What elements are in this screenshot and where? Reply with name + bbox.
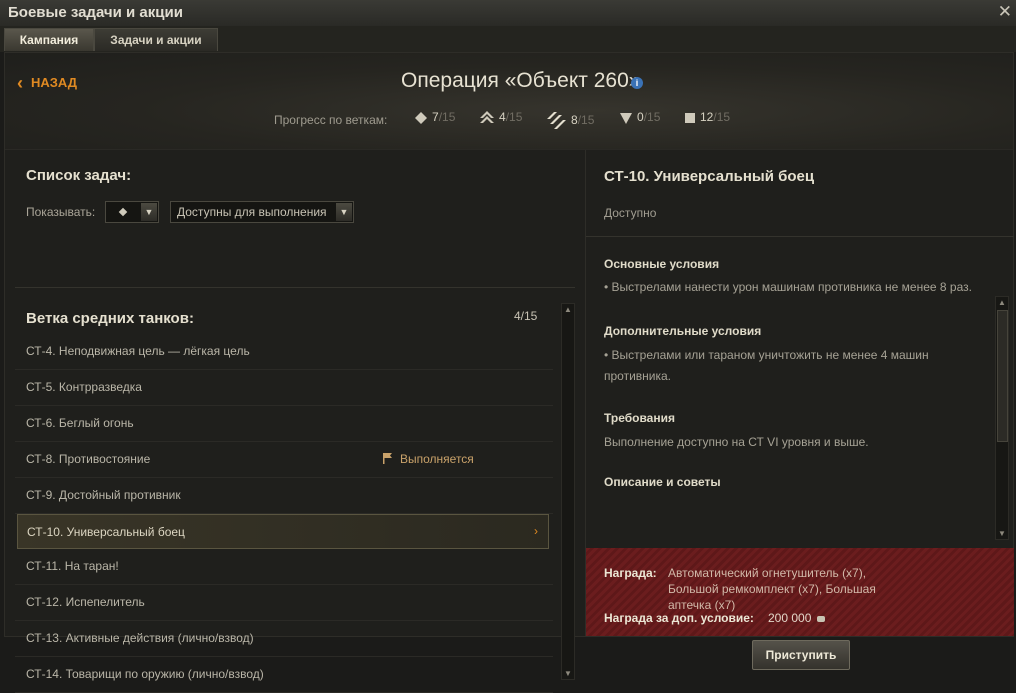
scroll-up-icon[interactable]: ▲	[996, 297, 1008, 308]
heavy-tank-icon	[547, 112, 566, 129]
task-label: СТ-12. Испепелитель	[26, 595, 145, 609]
show-filter-label: Показывать:	[26, 205, 96, 219]
tab-tasks-and-promotions[interactable]: Задачи и акции	[94, 28, 218, 51]
extra-reward-value: 200 000	[768, 610, 826, 626]
chevron-down-icon: ▼	[141, 203, 157, 221]
operation-header: ‹ НАЗАД Операция «Объект 260» i Прогресс …	[5, 53, 1013, 150]
scroll-up-icon[interactable]: ▲	[562, 304, 574, 315]
task-row[interactable]: СТ-13. Активные действия (лично/взвод)	[15, 621, 553, 657]
chevron-left-icon: ‹	[17, 73, 23, 93]
branch-progress-label: Прогресс по веткам:	[274, 113, 388, 127]
task-row[interactable]: СТ-6. Беглый огонь	[15, 406, 553, 442]
flag-icon	[383, 453, 392, 464]
task-list: СТ-4. Неподвижная цель — лёгкая цель СТ-…	[15, 334, 553, 693]
conditions-scrollbar[interactable]: ▲ ▼	[995, 296, 1009, 540]
task-label: СТ-14. Товарищи по оружию (лично/взвод)	[26, 667, 264, 681]
extra-conditions-text: • Выстрелами или тараном уничтожить не м…	[604, 348, 929, 383]
branch-title: Ветка средних танков:	[26, 310, 194, 327]
branch-progress-td: 0/15	[619, 110, 660, 125]
branch-progress-medium: 4/15	[479, 110, 522, 126]
credits-icon	[817, 615, 826, 622]
back-label: НАЗАД	[31, 75, 78, 90]
task-detail-title: СТ-10. Универсальный боец	[604, 168, 815, 185]
tank-type-filter-dropdown[interactable]: ▼	[105, 201, 159, 223]
medium-tank-icon	[118, 207, 128, 217]
chevron-right-icon: ›	[534, 524, 538, 538]
task-label: СТ-10. Универсальный боец	[27, 525, 185, 539]
main-conditions-text: • Выстрелами нанести урон машинам против…	[604, 280, 972, 294]
task-label: СТ-13. Активные действия (лично/взвод)	[26, 631, 254, 645]
task-label: СТ-5. Контрразведка	[26, 380, 142, 394]
branch-progress-light: 7/15	[414, 110, 455, 125]
tab-label: Кампания	[19, 33, 79, 47]
task-detail-status: Доступно	[604, 206, 657, 220]
extra-conditions-title: Дополнительные условия	[604, 324, 762, 338]
title-bar: Боевые задачи и акции ✕	[0, 0, 1016, 26]
close-icon[interactable]: ✕	[998, 2, 1012, 22]
start-button[interactable]: Приступить	[752, 640, 850, 670]
info-icon[interactable]: i	[631, 77, 643, 89]
reward-text: Автоматический огнетушитель (x7), Большо…	[668, 566, 876, 612]
task-label: СТ-9. Достойный противник	[26, 488, 181, 502]
task-row[interactable]: СТ-5. Контрразведка	[15, 370, 553, 406]
scroll-down-icon[interactable]: ▼	[996, 528, 1008, 539]
operation-title: Операция «Объект 260»	[401, 69, 641, 92]
task-list-scrollbar[interactable]: ▲ ▼	[561, 303, 575, 680]
tab-label: Задачи и акции	[110, 33, 202, 47]
branch-progress-spg: 12/15	[684, 110, 730, 124]
status-filter-value: Доступны для выполнения	[177, 205, 327, 219]
task-row[interactable]: СТ-12. Испепелитель	[15, 585, 553, 621]
branch-count: 4/15	[514, 309, 538, 323]
task-list-panel: Список задач: Показывать: ▼ Доступны для…	[15, 150, 581, 693]
requirements-title: Требования	[604, 411, 675, 425]
tips-title: Описание и советы	[604, 475, 721, 489]
scroll-thumb[interactable]	[997, 310, 1008, 442]
tab-campaign[interactable]: Кампания	[4, 28, 94, 51]
divider	[15, 287, 575, 288]
task-row-selected[interactable]: СТ-10. Универсальный боец ›	[17, 514, 549, 549]
branch-progress-heavy: 8/15	[545, 110, 594, 132]
chevron-down-icon: ▼	[336, 203, 352, 221]
task-detail-panel: СТ-10. Универсальный боец Доступно Основ…	[585, 150, 1014, 670]
window-title: Боевые задачи и акции	[8, 4, 183, 21]
main-conditions-title: Основные условия	[604, 257, 720, 271]
scroll-down-icon[interactable]: ▼	[562, 668, 574, 679]
task-row[interactable]: СТ-14. Товарищи по оружию (лично/взвод)	[15, 657, 553, 693]
medium-tank-icon	[480, 111, 494, 123]
reward-panel: Награда: Автоматический огнетушитель (x7…	[586, 548, 1014, 670]
back-button[interactable]: ‹ НАЗАД	[17, 73, 77, 94]
task-row[interactable]: СТ-8. Противостояние Выполняется	[15, 442, 553, 478]
status-filter-dropdown[interactable]: Доступны для выполнения ▼	[170, 201, 354, 223]
spg-icon	[685, 112, 695, 123]
task-row[interactable]: СТ-11. На таран!	[15, 549, 553, 585]
light-tank-icon	[415, 111, 427, 124]
reward-label: Награда:	[604, 566, 657, 580]
task-list-title: Список задач:	[26, 167, 132, 184]
task-label: СТ-8. Противостояние	[26, 452, 151, 466]
task-label: СТ-4. Неподвижная цель — лёгкая цель	[26, 344, 250, 358]
requirements-text: Выполнение доступно на СТ VI уровня и вы…	[604, 435, 869, 449]
extra-reward-label: Награда за доп. условие:	[604, 611, 754, 625]
tab-bar: Кампания Задачи и акции	[0, 26, 1016, 52]
task-label: СТ-6. Беглый огонь	[26, 416, 134, 430]
task-row[interactable]: СТ-9. Достойный противник	[15, 478, 553, 514]
campaign-panel: ‹ НАЗАД Операция «Объект 260» i Прогресс …	[4, 52, 1014, 693]
task-label: СТ-11. На таран!	[26, 559, 119, 573]
tank-destroyer-icon	[620, 112, 632, 124]
conditions-scroll-area: Основные условия • Выстрелами нанести ур…	[586, 237, 1014, 548]
task-status: Выполняется	[383, 452, 474, 466]
task-row[interactable]: СТ-4. Неподвижная цель — лёгкая цель	[15, 334, 553, 370]
